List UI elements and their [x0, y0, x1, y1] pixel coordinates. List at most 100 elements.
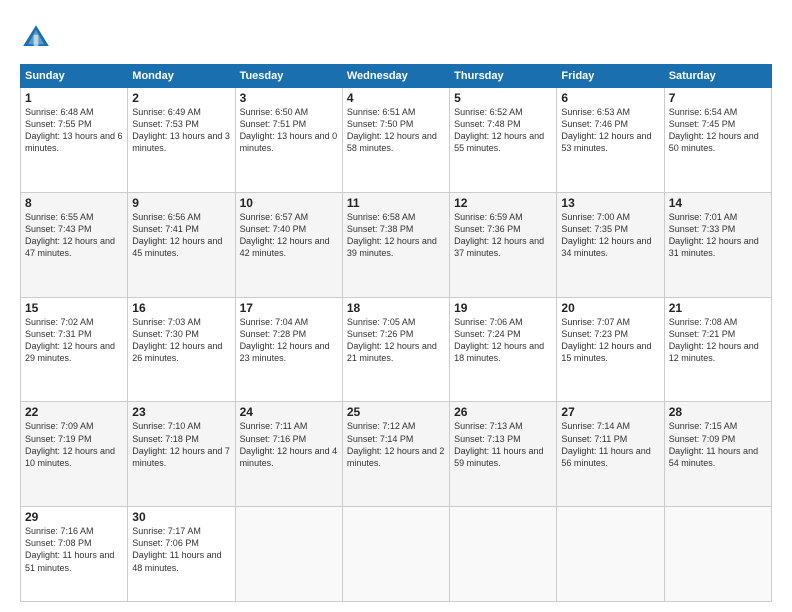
calendar-day-cell: 30 Sunrise: 7:17 AM Sunset: 7:06 PM Dayl… — [128, 507, 235, 602]
sunrise-label: Sunrise: 7:15 AM — [669, 421, 738, 431]
day-info: Sunrise: 7:15 AM Sunset: 7:09 PM Dayligh… — [669, 420, 767, 469]
sunrise-label: Sunrise: 6:56 AM — [132, 212, 201, 222]
daylight-label: Daylight: 12 hours and 21 minutes. — [347, 341, 437, 363]
sunset-label: Sunset: 7:09 PM — [669, 434, 736, 444]
sunrise-label: Sunrise: 7:10 AM — [132, 421, 201, 431]
sunrise-label: Sunrise: 6:48 AM — [25, 107, 94, 117]
daylight-label: Daylight: 12 hours and 7 minutes. — [132, 446, 230, 468]
sunset-label: Sunset: 7:41 PM — [132, 224, 199, 234]
sunset-label: Sunset: 7:18 PM — [132, 434, 199, 444]
daylight-label: Daylight: 12 hours and 31 minutes. — [669, 236, 759, 258]
sunrise-label: Sunrise: 6:57 AM — [240, 212, 309, 222]
calendar-day-cell: 26 Sunrise: 7:13 AM Sunset: 7:13 PM Dayl… — [450, 402, 557, 507]
day-number: 29 — [25, 510, 123, 524]
sunset-label: Sunset: 7:21 PM — [669, 329, 736, 339]
day-number: 13 — [561, 196, 659, 210]
day-number: 4 — [347, 91, 445, 105]
day-header-friday: Friday — [557, 65, 664, 88]
sunset-label: Sunset: 7:46 PM — [561, 119, 628, 129]
sunset-label: Sunset: 7:08 PM — [25, 538, 92, 548]
sunset-label: Sunset: 7:48 PM — [454, 119, 521, 129]
sunset-label: Sunset: 7:50 PM — [347, 119, 414, 129]
daylight-label: Daylight: 12 hours and 45 minutes. — [132, 236, 222, 258]
day-info: Sunrise: 7:17 AM Sunset: 7:06 PM Dayligh… — [132, 525, 230, 574]
day-number: 19 — [454, 301, 552, 315]
day-header-monday: Monday — [128, 65, 235, 88]
day-info: Sunrise: 7:04 AM Sunset: 7:28 PM Dayligh… — [240, 316, 338, 365]
sunset-label: Sunset: 7:28 PM — [240, 329, 307, 339]
day-number: 16 — [132, 301, 230, 315]
day-info: Sunrise: 7:05 AM Sunset: 7:26 PM Dayligh… — [347, 316, 445, 365]
calendar-day-cell: 19 Sunrise: 7:06 AM Sunset: 7:24 PM Dayl… — [450, 297, 557, 402]
day-info: Sunrise: 6:54 AM Sunset: 7:45 PM Dayligh… — [669, 106, 767, 155]
sunset-label: Sunset: 7:35 PM — [561, 224, 628, 234]
sunset-label: Sunset: 7:38 PM — [347, 224, 414, 234]
day-header-sunday: Sunday — [21, 65, 128, 88]
daylight-label: Daylight: 12 hours and 39 minutes. — [347, 236, 437, 258]
day-info: Sunrise: 6:55 AM Sunset: 7:43 PM Dayligh… — [25, 211, 123, 260]
empty-cell — [342, 507, 449, 602]
day-info: Sunrise: 6:48 AM Sunset: 7:55 PM Dayligh… — [25, 106, 123, 155]
sunrise-label: Sunrise: 6:55 AM — [25, 212, 94, 222]
daylight-label: Daylight: 13 hours and 6 minutes. — [25, 131, 123, 153]
day-header-wednesday: Wednesday — [342, 65, 449, 88]
sunrise-label: Sunrise: 7:09 AM — [25, 421, 94, 431]
calendar-day-cell: 27 Sunrise: 7:14 AM Sunset: 7:11 PM Dayl… — [557, 402, 664, 507]
daylight-label: Daylight: 12 hours and 58 minutes. — [347, 131, 437, 153]
day-info: Sunrise: 7:01 AM Sunset: 7:33 PM Dayligh… — [669, 211, 767, 260]
sunrise-label: Sunrise: 6:59 AM — [454, 212, 523, 222]
sunset-label: Sunset: 7:51 PM — [240, 119, 307, 129]
sunrise-label: Sunrise: 7:12 AM — [347, 421, 416, 431]
calendar-day-cell: 20 Sunrise: 7:07 AM Sunset: 7:23 PM Dayl… — [557, 297, 664, 402]
calendar-day-cell: 23 Sunrise: 7:10 AM Sunset: 7:18 PM Dayl… — [128, 402, 235, 507]
day-info: Sunrise: 6:57 AM Sunset: 7:40 PM Dayligh… — [240, 211, 338, 260]
day-info: Sunrise: 7:06 AM Sunset: 7:24 PM Dayligh… — [454, 316, 552, 365]
day-info: Sunrise: 7:13 AM Sunset: 7:13 PM Dayligh… — [454, 420, 552, 469]
calendar-day-cell: 11 Sunrise: 6:58 AM Sunset: 7:38 PM Dayl… — [342, 192, 449, 297]
day-info: Sunrise: 7:00 AM Sunset: 7:35 PM Dayligh… — [561, 211, 659, 260]
day-number: 12 — [454, 196, 552, 210]
calendar-day-cell: 6 Sunrise: 6:53 AM Sunset: 7:46 PM Dayli… — [557, 88, 664, 193]
calendar-day-cell: 4 Sunrise: 6:51 AM Sunset: 7:50 PM Dayli… — [342, 88, 449, 193]
day-number: 10 — [240, 196, 338, 210]
calendar-header-row: SundayMondayTuesdayWednesdayThursdayFrid… — [21, 65, 772, 88]
daylight-label: Daylight: 11 hours and 59 minutes. — [454, 446, 543, 468]
sunrise-label: Sunrise: 7:02 AM — [25, 317, 94, 327]
sunrise-label: Sunrise: 7:07 AM — [561, 317, 630, 327]
day-number: 15 — [25, 301, 123, 315]
day-header-thursday: Thursday — [450, 65, 557, 88]
calendar-day-cell: 13 Sunrise: 7:00 AM Sunset: 7:35 PM Dayl… — [557, 192, 664, 297]
day-number: 14 — [669, 196, 767, 210]
calendar-day-cell: 7 Sunrise: 6:54 AM Sunset: 7:45 PM Dayli… — [664, 88, 771, 193]
daylight-label: Daylight: 12 hours and 15 minutes. — [561, 341, 651, 363]
day-number: 24 — [240, 405, 338, 419]
calendar-day-cell: 9 Sunrise: 6:56 AM Sunset: 7:41 PM Dayli… — [128, 192, 235, 297]
day-number: 30 — [132, 510, 230, 524]
day-number: 7 — [669, 91, 767, 105]
daylight-label: Daylight: 12 hours and 47 minutes. — [25, 236, 115, 258]
day-info: Sunrise: 7:10 AM Sunset: 7:18 PM Dayligh… — [132, 420, 230, 469]
sunrise-label: Sunrise: 6:52 AM — [454, 107, 523, 117]
day-number: 28 — [669, 405, 767, 419]
day-number: 9 — [132, 196, 230, 210]
sunrise-label: Sunrise: 7:11 AM — [240, 421, 308, 431]
sunrise-label: Sunrise: 7:13 AM — [454, 421, 523, 431]
calendar-day-cell: 25 Sunrise: 7:12 AM Sunset: 7:14 PM Dayl… — [342, 402, 449, 507]
day-number: 25 — [347, 405, 445, 419]
daylight-label: Daylight: 11 hours and 54 minutes. — [669, 446, 758, 468]
day-info: Sunrise: 7:09 AM Sunset: 7:19 PM Dayligh… — [25, 420, 123, 469]
day-number: 20 — [561, 301, 659, 315]
calendar-day-cell: 18 Sunrise: 7:05 AM Sunset: 7:26 PM Dayl… — [342, 297, 449, 402]
sunset-label: Sunset: 7:19 PM — [25, 434, 92, 444]
calendar-day-cell: 29 Sunrise: 7:16 AM Sunset: 7:08 PM Dayl… — [21, 507, 128, 602]
calendar-day-cell: 8 Sunrise: 6:55 AM Sunset: 7:43 PM Dayli… — [21, 192, 128, 297]
daylight-label: Daylight: 12 hours and 4 minutes. — [240, 446, 338, 468]
day-number: 11 — [347, 196, 445, 210]
sunset-label: Sunset: 7:40 PM — [240, 224, 307, 234]
day-number: 26 — [454, 405, 552, 419]
day-number: 27 — [561, 405, 659, 419]
calendar-week-row: 8 Sunrise: 6:55 AM Sunset: 7:43 PM Dayli… — [21, 192, 772, 297]
sunrise-label: Sunrise: 6:51 AM — [347, 107, 416, 117]
daylight-label: Daylight: 11 hours and 48 minutes. — [132, 550, 221, 572]
sunrise-label: Sunrise: 7:16 AM — [25, 526, 94, 536]
